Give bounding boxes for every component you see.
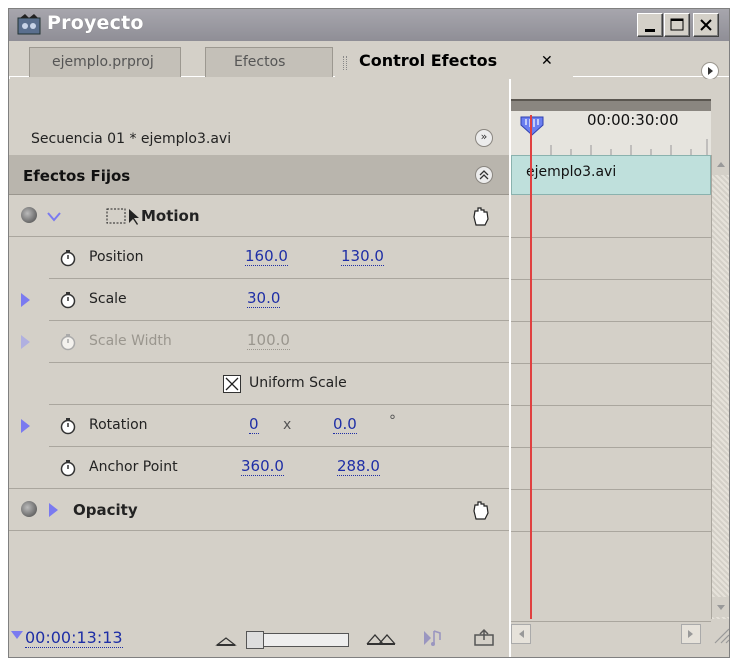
tab-label: Efectos: [234, 54, 286, 70]
effect-name: Opacity: [73, 501, 138, 519]
tab-label: Control Efectos: [359, 51, 498, 70]
sequence-label: Secuencia 01 * ejemplo3.avi: [31, 131, 232, 147]
minimize-button[interactable]: [637, 13, 663, 37]
anchor-y-value[interactable]: 288.0: [337, 458, 380, 476]
horizontal-scrollbar[interactable]: [511, 621, 711, 645]
tab-efectos[interactable]: Efectos: [205, 47, 333, 77]
degree-symbol: °: [389, 413, 396, 429]
anchor-x-value[interactable]: 360.0: [241, 458, 284, 476]
rotation-turns-value[interactable]: 0: [249, 416, 259, 434]
position-y-value[interactable]: 130.0: [341, 248, 384, 266]
timeline-panel: 00:00:30:00 ejemplo3.avi: [509, 79, 730, 657]
effect-row-opacity[interactable]: Opacity: [9, 489, 509, 531]
property-row-scale: Scale 30.0: [9, 279, 509, 321]
zoom-slider-thumb[interactable]: [246, 631, 264, 649]
scroll-right-arrow-icon[interactable]: [681, 624, 701, 644]
project-window: Proyecto ejemplo.prproj Efectos Control …: [8, 8, 730, 658]
rotation-degrees-value[interactable]: 0.0: [333, 416, 357, 434]
property-label: Rotation: [89, 417, 148, 433]
playhead-line[interactable]: [530, 115, 532, 619]
bottom-toolbar: 00:00:13:13: [9, 619, 509, 657]
property-label: Scale: [89, 291, 127, 307]
rotation-separator: x: [283, 417, 292, 433]
scroll-down-arrow-icon[interactable]: [712, 597, 729, 617]
collapse-section-button[interactable]: [475, 166, 493, 184]
resize-grip-icon[interactable]: [711, 625, 730, 645]
play-audio-icon[interactable]: [421, 627, 443, 649]
panel-menu-button[interactable]: [701, 62, 719, 80]
uniform-scale-checkbox[interactable]: [223, 375, 241, 393]
section-header-label: Efectos Fijos: [23, 167, 131, 185]
sequence-row: Secuencia 01 * ejemplo3.avi »: [9, 119, 509, 155]
tab-grip-icon: [343, 56, 347, 70]
close-window-button[interactable]: [693, 13, 719, 37]
track-divider: [511, 447, 711, 448]
track-divider: [511, 363, 711, 364]
time-caret-icon: [11, 631, 23, 639]
effect-row-motion[interactable]: Motion: [9, 195, 509, 237]
property-label: Anchor Point: [89, 459, 178, 475]
effect-toggle-icon[interactable]: [21, 207, 37, 223]
stopwatch-icon: [60, 334, 76, 351]
stopwatch-icon[interactable]: [59, 291, 77, 309]
ruler-timecode: 00:00:30:00: [587, 111, 679, 129]
track-divider: [511, 279, 711, 280]
track-divider: [511, 321, 711, 322]
window-title: Proyecto: [47, 12, 144, 34]
show-hide-timeline-button[interactable]: »: [475, 129, 493, 147]
property-label: Position: [89, 249, 144, 265]
maximize-button[interactable]: [664, 13, 690, 37]
stopwatch-icon[interactable]: [59, 459, 77, 477]
close-tab-icon[interactable]: ✕: [541, 53, 553, 69]
panel-tabs: ejemplo.prproj Efectos Control Efectos ✕: [9, 41, 729, 80]
uniform-scale-row: Uniform Scale: [9, 363, 509, 405]
expand-arrow-icon[interactable]: [21, 293, 30, 307]
playhead-handle-icon[interactable]: [519, 115, 545, 137]
stopwatch-icon[interactable]: [59, 249, 77, 267]
scale-width-value: 100.0: [247, 331, 290, 350]
reset-hand-icon[interactable]: [471, 499, 491, 521]
reset-hand-icon[interactable]: [471, 205, 491, 227]
work-area-bar[interactable]: [511, 99, 711, 111]
property-row-anchor-point: Anchor Point 360.0 288.0: [9, 447, 509, 489]
expand-arrow-icon: [21, 335, 30, 349]
time-ruler[interactable]: 00:00:30:00: [511, 99, 711, 155]
track-divider: [511, 489, 711, 490]
uniform-scale-label: Uniform Scale: [249, 375, 347, 391]
effect-controls-panel: Secuencia 01 * ejemplo3.avi » Efectos Fi…: [9, 79, 509, 657]
scroll-up-arrow-icon[interactable]: [712, 155, 729, 175]
title-bar[interactable]: Proyecto: [9, 9, 729, 41]
zoom-in-icon[interactable]: [365, 629, 397, 647]
section-header: Efectos Fijos: [9, 155, 509, 195]
clip-name: ejemplo3.avi: [526, 164, 617, 180]
position-x-value[interactable]: 160.0: [245, 248, 288, 266]
keyframe-area[interactable]: [511, 195, 711, 619]
expand-chevron-down-icon[interactable]: [47, 212, 61, 222]
zoom-out-icon[interactable]: [215, 633, 237, 647]
clip-bar[interactable]: ejemplo3.avi: [511, 155, 711, 195]
stopwatch-icon[interactable]: [59, 417, 77, 435]
property-label: Scale Width: [89, 333, 172, 349]
effect-name: Motion: [141, 207, 200, 225]
property-row-position: Position 160.0 130.0: [9, 237, 509, 279]
property-row-scale-width: Scale Width 100.0: [9, 321, 509, 363]
vertical-scrollbar[interactable]: [711, 155, 729, 619]
export-icon[interactable]: [473, 627, 495, 649]
property-row-rotation: Rotation 0 x 0.0 °: [9, 405, 509, 447]
zoom-slider[interactable]: [246, 631, 349, 649]
scale-value[interactable]: 30.0: [247, 290, 281, 308]
current-time-display[interactable]: 00:00:13:13: [25, 629, 123, 648]
effect-toggle-icon[interactable]: [21, 501, 37, 517]
premiere-app-icon: [17, 14, 41, 36]
expand-arrow-icon[interactable]: [21, 419, 30, 433]
track-divider: [511, 531, 711, 532]
expand-arrow-icon[interactable]: [49, 503, 58, 517]
tab-ejemplo-prproj[interactable]: ejemplo.prproj: [29, 47, 181, 77]
tab-label: ejemplo.prproj: [52, 54, 154, 70]
tab-control-efectos[interactable]: Control Efectos ✕: [335, 47, 573, 77]
motion-transform-icon[interactable]: [105, 205, 139, 227]
track-divider: [511, 405, 711, 406]
track-divider: [511, 237, 711, 238]
scroll-left-arrow-icon[interactable]: [511, 624, 531, 644]
